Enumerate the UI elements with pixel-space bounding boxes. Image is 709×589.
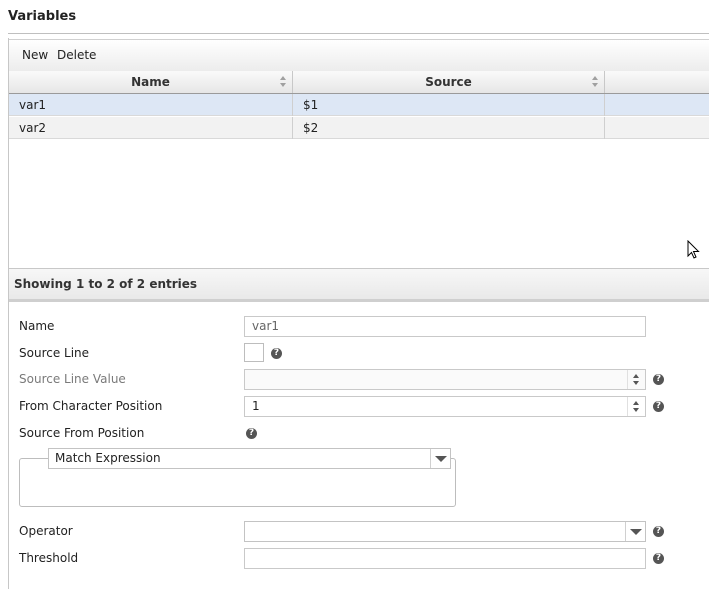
operator-select[interactable] bbox=[244, 521, 646, 542]
help-icon[interactable]: ? bbox=[653, 374, 664, 385]
column-header-empty bbox=[605, 71, 709, 93]
match-mode-select[interactable]: Match Expression bbox=[48, 448, 451, 469]
source-line-label: Source Line bbox=[19, 346, 90, 360]
operator-label: Operator bbox=[19, 524, 73, 538]
title-divider bbox=[8, 33, 709, 34]
source-line-checkbox[interactable] bbox=[244, 343, 264, 362]
source-line-value-label: Source Line Value bbox=[19, 372, 126, 386]
source-from-position-label: Source From Position bbox=[19, 426, 145, 440]
column-header-name-label: Name bbox=[131, 75, 170, 89]
from-char-pos-stepper[interactable]: 1 bbox=[244, 396, 646, 417]
threshold-label: Threshold bbox=[19, 551, 79, 565]
help-icon[interactable]: ? bbox=[246, 428, 257, 439]
mouse-cursor-icon bbox=[687, 240, 700, 259]
cell-source: $1 bbox=[293, 94, 605, 116]
name-label: Name bbox=[19, 319, 55, 333]
cell-name: var2 bbox=[9, 117, 293, 139]
source-line-value-stepper[interactable] bbox=[244, 369, 646, 390]
stepper-arrows-icon[interactable] bbox=[627, 370, 645, 389]
column-header-source-label: Source bbox=[425, 75, 472, 89]
table-row[interactable]: var2 $2 bbox=[9, 117, 709, 139]
sort-icon bbox=[592, 76, 599, 88]
toolbar bbox=[9, 39, 709, 72]
grid-header: Name Source bbox=[9, 71, 709, 94]
section-title: Variables bbox=[8, 9, 77, 24]
from-char-pos-label: From Character Position bbox=[19, 399, 163, 413]
sort-icon bbox=[280, 76, 287, 88]
help-icon[interactable]: ? bbox=[653, 553, 664, 564]
chevron-down-icon[interactable] bbox=[430, 449, 450, 468]
cell-source: $2 bbox=[293, 117, 605, 139]
threshold-input[interactable] bbox=[244, 548, 646, 569]
new-button[interactable]: New bbox=[22, 48, 48, 62]
column-header-source[interactable]: Source bbox=[293, 71, 605, 93]
help-icon[interactable]: ? bbox=[653, 526, 664, 537]
chevron-down-icon[interactable] bbox=[625, 522, 645, 541]
stepper-arrows-icon[interactable] bbox=[627, 397, 645, 416]
cell-name: var1 bbox=[9, 94, 293, 116]
column-header-name[interactable]: Name bbox=[9, 71, 293, 93]
delete-button[interactable]: Delete bbox=[57, 48, 96, 62]
from-char-pos-text: 1 bbox=[252, 399, 260, 413]
name-input[interactable]: var1 bbox=[244, 316, 646, 337]
help-icon[interactable]: ? bbox=[271, 348, 282, 359]
help-icon[interactable]: ? bbox=[653, 401, 664, 412]
match-mode-value: Match Expression bbox=[55, 451, 161, 465]
table-row[interactable]: var1 $1 bbox=[9, 94, 709, 116]
entries-info: Showing 1 to 2 of 2 entries bbox=[14, 277, 198, 291]
